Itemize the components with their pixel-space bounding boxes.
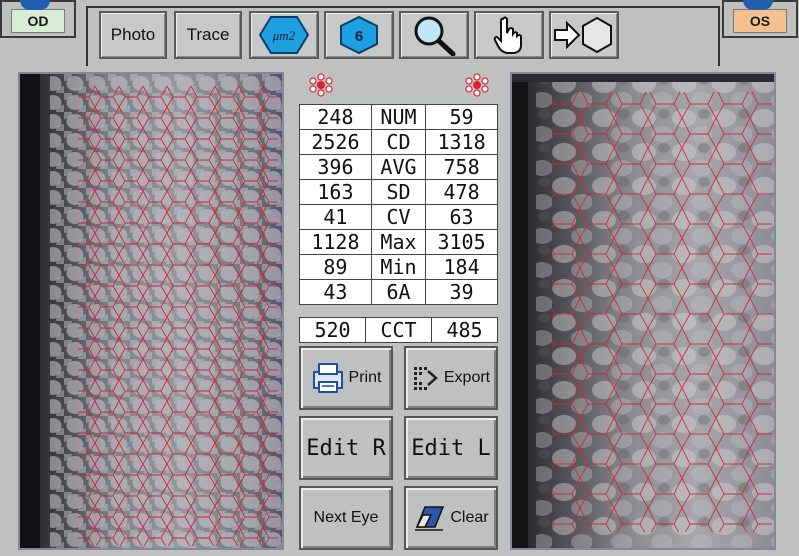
hexagon-um2-icon: μm2 bbox=[258, 16, 310, 54]
stat-label: CV bbox=[370, 204, 427, 230]
um2-label: μm2 bbox=[272, 28, 296, 43]
right-eye-endothelium-image[interactable] bbox=[18, 72, 284, 550]
right-value: 41 bbox=[299, 204, 372, 230]
area-unit-button[interactable]: μm2 bbox=[249, 11, 319, 59]
stat-label: CD bbox=[370, 129, 427, 155]
os-label: OS bbox=[749, 13, 771, 29]
hexagonality-button[interactable]: 6 bbox=[324, 11, 394, 59]
cct-row: 520 CCT 485 bbox=[299, 317, 498, 343]
table-row: 89 Min 184 bbox=[299, 254, 498, 280]
left-eye-cell-image-svg bbox=[512, 74, 774, 548]
os-label-box: OS bbox=[733, 9, 787, 33]
table-row: 43 6A 39 bbox=[299, 279, 498, 305]
right-value: 43 bbox=[299, 279, 372, 305]
next-cell-button[interactable] bbox=[549, 11, 619, 59]
right-value: 396 bbox=[299, 154, 372, 180]
trace-button[interactable]: Trace bbox=[174, 11, 242, 59]
right-eye-marker-icon bbox=[309, 73, 333, 97]
print-button[interactable]: Print bbox=[299, 346, 393, 410]
table-row: 1128 Max 3105 bbox=[299, 229, 498, 255]
right-eye-cell-image-svg bbox=[20, 74, 282, 548]
clear-label: Clear bbox=[450, 509, 489, 526]
photo-button[interactable]: Photo bbox=[99, 11, 167, 59]
table-row: 163 SD 478 bbox=[299, 179, 498, 205]
stat-label: SD bbox=[370, 179, 427, 205]
table-row: 396 AVG 758 bbox=[299, 154, 498, 180]
left-value: 39 bbox=[425, 279, 498, 305]
photo-label: Photo bbox=[110, 25, 156, 44]
cct-body: 520 CCT 485 bbox=[299, 317, 498, 343]
left-value: 758 bbox=[425, 154, 498, 180]
od-label: OD bbox=[27, 13, 49, 29]
print-label: Print bbox=[348, 369, 382, 386]
clear-button[interactable]: Clear bbox=[404, 486, 498, 550]
next-eye-button[interactable]: Next Eye bbox=[299, 486, 393, 550]
hand-pointer-icon bbox=[493, 16, 522, 54]
stat-label: 6A bbox=[370, 279, 427, 305]
edit-l-label: Edit L bbox=[411, 435, 491, 461]
right-value: 163 bbox=[299, 179, 372, 205]
stat-label: Min bbox=[370, 254, 427, 280]
edit-l-button[interactable]: Edit L bbox=[404, 416, 498, 480]
table-row: 41 CV 63 bbox=[299, 204, 498, 230]
od-label-box: OD bbox=[11, 9, 65, 33]
export-label: Export bbox=[443, 369, 491, 386]
cell-statistics-body: 248 NUM 59 2526 CD 1318 396 AVG 758 163 … bbox=[299, 104, 498, 305]
hexagon-six-icon: 6 bbox=[340, 15, 378, 55]
cell-statistics-table: 248 NUM 59 2526 CD 1318 396 AVG 758 163 … bbox=[299, 104, 498, 305]
export-button[interactable]: Export bbox=[404, 346, 498, 410]
table-row: 2526 CD 1318 bbox=[299, 129, 498, 155]
stat-label: Max bbox=[370, 229, 427, 255]
right-cct-value: 520 bbox=[299, 317, 366, 343]
left-eye-marker-icon bbox=[465, 73, 489, 97]
stat-label: NUM bbox=[370, 104, 427, 130]
cct-label: CCT bbox=[365, 317, 432, 343]
next-eye-label: Next Eye bbox=[313, 509, 379, 526]
magnifier-icon bbox=[414, 16, 456, 56]
six-label: 6 bbox=[355, 28, 363, 45]
left-value: 184 bbox=[425, 254, 498, 280]
left-value: 478 bbox=[425, 179, 498, 205]
right-value: 248 bbox=[299, 104, 372, 130]
table-row: 248 NUM 59 bbox=[299, 104, 498, 130]
eraser-icon bbox=[415, 506, 445, 531]
left-cct-value: 485 bbox=[431, 317, 498, 343]
zoom-button[interactable] bbox=[399, 11, 469, 59]
hand-tool-button[interactable] bbox=[474, 11, 544, 59]
arrow-hexagon-icon bbox=[554, 16, 612, 54]
edit-r-button[interactable]: Edit R bbox=[299, 416, 393, 480]
left-value: 63 bbox=[425, 204, 498, 230]
left-value: 59 bbox=[425, 104, 498, 130]
left-value: 3105 bbox=[425, 229, 498, 255]
left-eye-endothelium-image[interactable] bbox=[510, 72, 776, 550]
left-value: 1318 bbox=[425, 129, 498, 155]
export-icon bbox=[413, 367, 438, 390]
edit-r-label: Edit R bbox=[306, 435, 386, 461]
right-value: 89 bbox=[299, 254, 372, 280]
printer-icon bbox=[312, 363, 343, 393]
right-value: 1128 bbox=[299, 229, 372, 255]
trace-label: Trace bbox=[186, 25, 230, 44]
stat-label: AVG bbox=[370, 154, 427, 180]
cct-table: 520 CCT 485 bbox=[299, 317, 498, 343]
right-value: 2526 bbox=[299, 129, 372, 155]
